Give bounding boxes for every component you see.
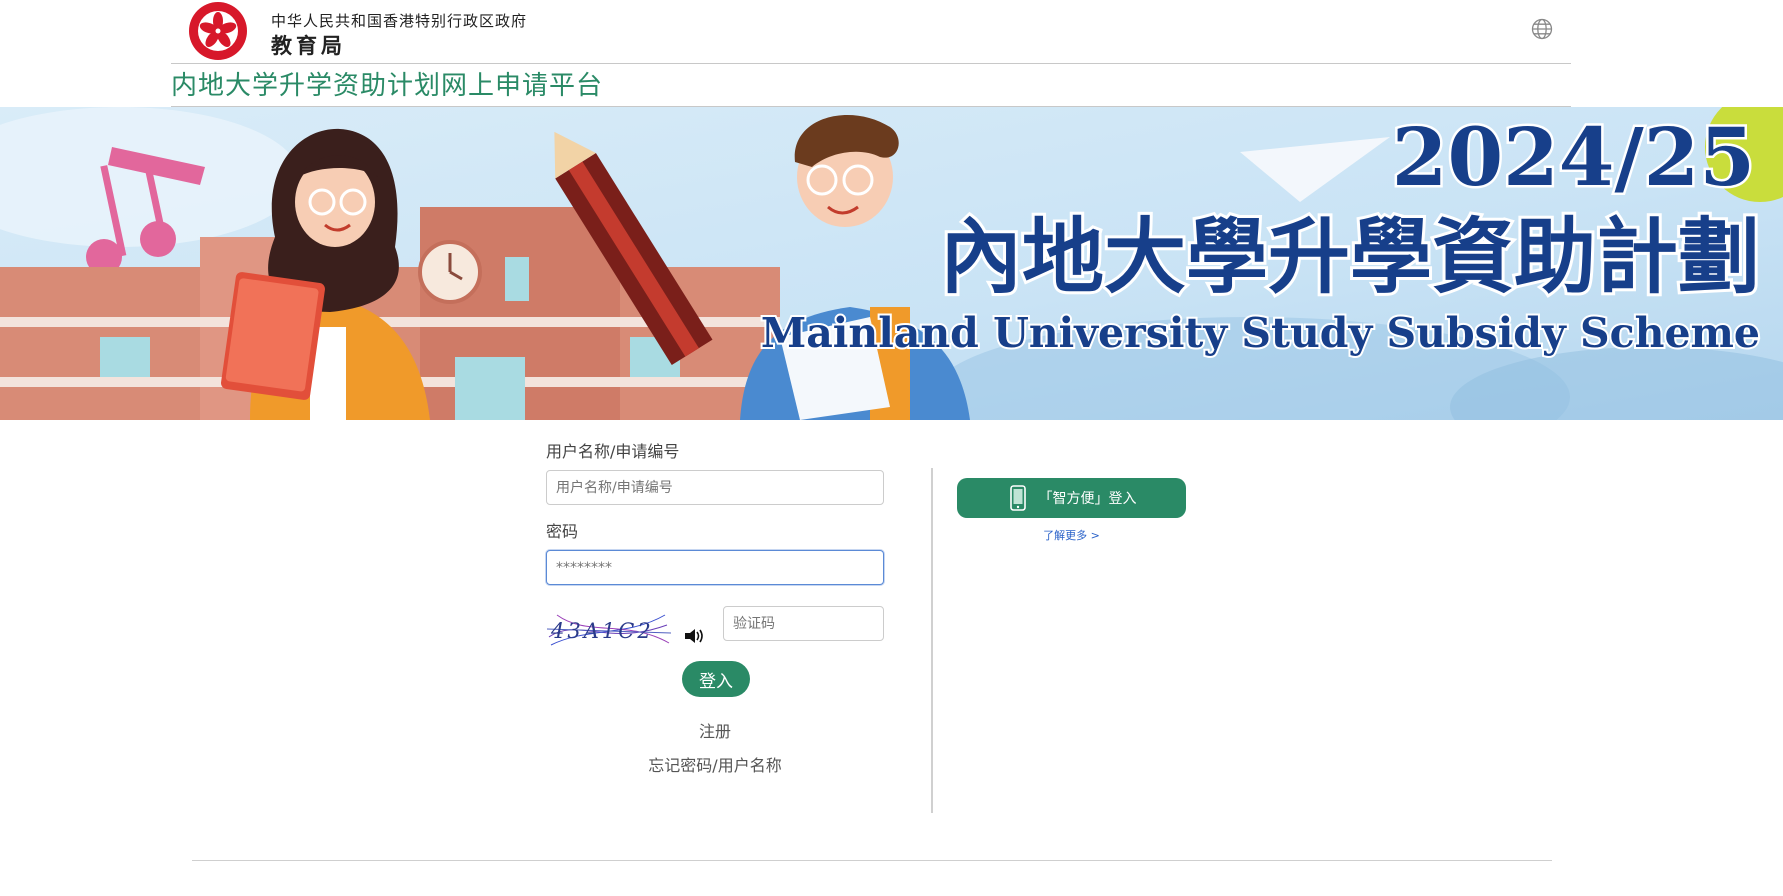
org-name-line2: 教育局 <box>271 34 346 58</box>
banner-year: 2024/25 <box>1392 110 1755 204</box>
banner-title-en: Mainland University Study Subsidy Scheme <box>761 309 1760 357</box>
site-header: 中华人民共和国香港特别行政区政府 教育局 <box>171 0 1571 64</box>
iamsmart-login-button[interactable]: 「智方便」登入 <box>957 478 1186 518</box>
forgot-password-link[interactable]: 忘记密码/用户名称 <box>546 752 884 776</box>
register-link[interactable]: 注册 <box>546 718 884 742</box>
phone-icon <box>1009 485 1026 511</box>
learn-more-link[interactable]: 了解更多 > <box>957 527 1186 543</box>
org-name-line1: 中华人民共和国香港特别行政区政府 <box>271 12 528 30</box>
hksar-emblem-icon <box>189 2 247 60</box>
speaker-icon[interactable] <box>684 627 705 645</box>
captcha-input[interactable] <box>723 606 884 641</box>
divider <box>931 468 933 813</box>
password-input[interactable] <box>546 550 884 585</box>
login-button[interactable]: 登入 <box>682 661 750 697</box>
username-label: 用户名称/申请编号 <box>546 442 680 461</box>
hero-banner: 2024/25 內地大學升學資助計劃 Mainland University S… <box>0 107 1783 420</box>
username-input[interactable] <box>546 470 884 505</box>
banner-title-zh: 內地大學升學資助計劃 <box>940 210 1760 305</box>
captcha-image: 43A1C2 <box>547 607 671 651</box>
page-title: 内地大学升学资助计划网上申请平台 <box>171 66 1571 107</box>
iamsmart-button-label: 「智方便」登入 <box>1038 491 1137 507</box>
password-label: 密码 <box>546 522 579 541</box>
footer-divider <box>192 860 1552 861</box>
globe-icon[interactable] <box>1530 17 1554 41</box>
captcha-text: 43A1C2 <box>550 619 654 643</box>
